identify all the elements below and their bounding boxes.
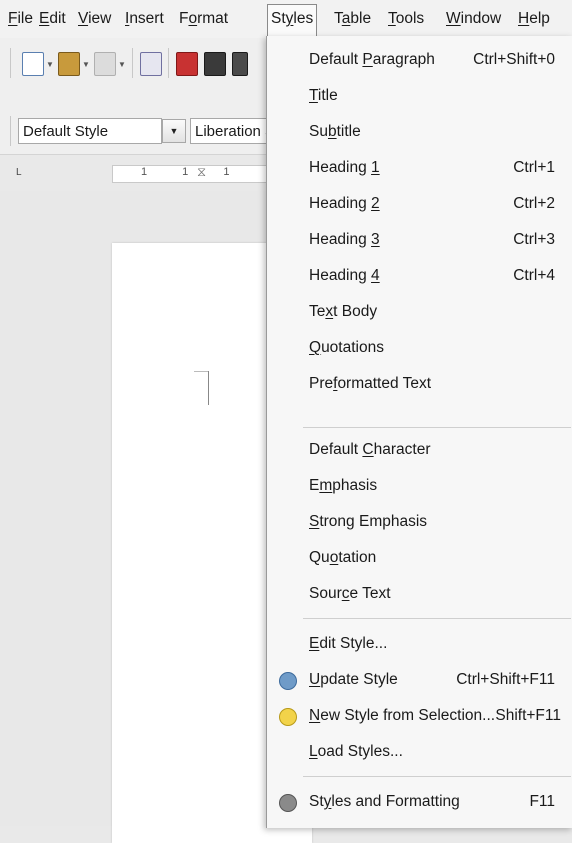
menu-separator: [303, 776, 571, 777]
menu-window[interactable]: Window: [446, 10, 501, 28]
menu-item-label: Strong Emphasis: [309, 513, 428, 530]
menu-separator: [303, 427, 571, 428]
menu-item-label: Update Style: [309, 671, 398, 688]
toolbar-separator: [168, 48, 169, 78]
menu-item-quotations[interactable]: Quotations: [267, 330, 572, 366]
menu-insert[interactable]: Insert: [125, 10, 164, 28]
menu-styles[interactable]: Styles: [267, 4, 318, 36]
menu-separator: [303, 618, 571, 619]
indent-marker-icon[interactable]: ⧖: [197, 164, 206, 180]
menu-item-label: Quotation: [309, 549, 377, 566]
menu-item-label: Subtitle: [309, 123, 361, 140]
menu-item-heading-1[interactable]: Heading 1 Ctrl+1: [267, 150, 572, 186]
new-dropdown-arrow-icon[interactable]: ▼: [46, 60, 54, 69]
export-pdf-icon[interactable]: [176, 52, 198, 76]
toolbar-grip: [10, 48, 11, 78]
menu-item-label: Edit Style...: [309, 635, 388, 652]
menu-item-label: Load Styles...: [309, 743, 403, 760]
menu-item-label: Heading 4: [309, 267, 380, 284]
menu-item-label: Source Text: [309, 585, 391, 602]
styles-formatting-icon: [279, 794, 297, 812]
print-preview-icon[interactable]: [232, 52, 248, 76]
menu-item-label: Default Paragraph: [309, 51, 435, 68]
menu-item-label: Emphasis: [309, 477, 378, 494]
menu-item-shortcut: Ctrl+2: [513, 195, 555, 212]
new-document-icon[interactable]: [22, 52, 44, 76]
menu-item-shortcut: Ctrl+Shift+F11: [456, 671, 555, 688]
menu-item-shortcut: Ctrl+4: [513, 267, 555, 284]
update-style-icon: [279, 672, 297, 690]
font-name-combo[interactable]: Liberation S: [190, 118, 268, 144]
paragraph-style-dropdown-icon[interactable]: ▼: [162, 119, 186, 143]
menu-item-shortcut: F11: [529, 793, 555, 810]
menu-item-label: New Style from Selection...: [309, 707, 496, 724]
menu-item-emphasis[interactable]: Emphasis: [267, 468, 572, 504]
menu-edit[interactable]: Edit: [39, 10, 66, 28]
menu-format[interactable]: Format: [179, 10, 228, 28]
menu-item-label: Heading 2: [309, 195, 380, 212]
menu-bar: File Edit View Insert Format Styles Tabl…: [0, 0, 572, 38]
menu-view[interactable]: View: [78, 10, 111, 28]
ruler-marks: 1 1 1: [141, 166, 246, 178]
menu-item-default-character[interactable]: Default Character: [267, 432, 572, 468]
menu-item-quotation[interactable]: Quotation: [267, 540, 572, 576]
menu-item-default-paragraph[interactable]: Default Paragraph Ctrl+Shift+0: [267, 42, 572, 78]
menu-item-label: Heading 3: [309, 231, 380, 248]
menu-file[interactable]: File: [8, 10, 33, 28]
menu-item-shortcut: Ctrl+1: [513, 159, 555, 176]
horizontal-ruler[interactable]: 1 1 1 ⧖: [112, 164, 274, 183]
menu-item-text-body[interactable]: Text Body: [267, 294, 572, 330]
menu-item-shortcut: Ctrl+3: [513, 231, 555, 248]
toolbar-separator: [132, 48, 133, 78]
text-cursor: [208, 371, 209, 405]
margin-corner-mark: [194, 371, 208, 372]
menu-item-new-style-from-selection[interactable]: New Style from Selection... Shift+F11: [267, 698, 572, 734]
menu-item-label: Default Character: [309, 441, 431, 458]
menu-item-label: Title: [309, 87, 338, 104]
menu-item-subtitle[interactable]: Subtitle: [267, 114, 572, 150]
toolbar-grip: [10, 116, 11, 146]
new-style-icon: [279, 708, 297, 726]
menu-item-source-text[interactable]: Source Text: [267, 576, 572, 612]
menu-item-update-style[interactable]: Update Style Ctrl+Shift+F11: [267, 662, 572, 698]
menu-item-preformatted-text[interactable]: Preformatted Text: [267, 366, 572, 402]
print-icon[interactable]: [204, 52, 226, 76]
tab-stop-icon[interactable]: L: [16, 167, 22, 178]
menu-item-label: Preformatted Text: [309, 375, 432, 392]
save-icon[interactable]: [94, 52, 116, 76]
menu-item-label: Quotations: [309, 339, 384, 356]
menu-help[interactable]: Help: [518, 10, 550, 28]
menu-item-strong-emphasis[interactable]: Strong Emphasis: [267, 504, 572, 540]
menu-item-heading-3[interactable]: Heading 3 Ctrl+3: [267, 222, 572, 258]
menu-table[interactable]: Table: [334, 10, 371, 28]
menu-item-shortcut: Ctrl+Shift+0: [473, 51, 555, 68]
save-dropdown-arrow-icon[interactable]: ▼: [118, 60, 126, 69]
paragraph-style-combo[interactable]: Default Style: [18, 118, 162, 144]
menu-item-heading-4[interactable]: Heading 4 Ctrl+4: [267, 258, 572, 294]
open-folder-icon[interactable]: [58, 52, 80, 76]
menu-item-label: Heading 1: [309, 159, 380, 176]
menu-tools[interactable]: Tools: [388, 10, 424, 28]
menu-item-label: Text Body: [309, 303, 378, 320]
menu-item-load-styles[interactable]: Load Styles...: [267, 734, 572, 770]
styles-menu: Default Paragraph Ctrl+Shift+0 Title Sub…: [266, 36, 572, 828]
edit-document-icon[interactable]: [140, 52, 162, 76]
menu-item-label: Styles and Formatting: [309, 793, 460, 810]
menu-item-heading-2[interactable]: Heading 2 Ctrl+2: [267, 186, 572, 222]
menu-item-title[interactable]: Title: [267, 78, 572, 114]
menu-item-styles-and-formatting[interactable]: Styles and Formatting F11: [267, 784, 572, 820]
open-dropdown-arrow-icon[interactable]: ▼: [82, 60, 90, 69]
menu-item-shortcut: Shift+F11: [495, 707, 561, 724]
menu-item-edit-style[interactable]: Edit Style...: [267, 626, 572, 662]
